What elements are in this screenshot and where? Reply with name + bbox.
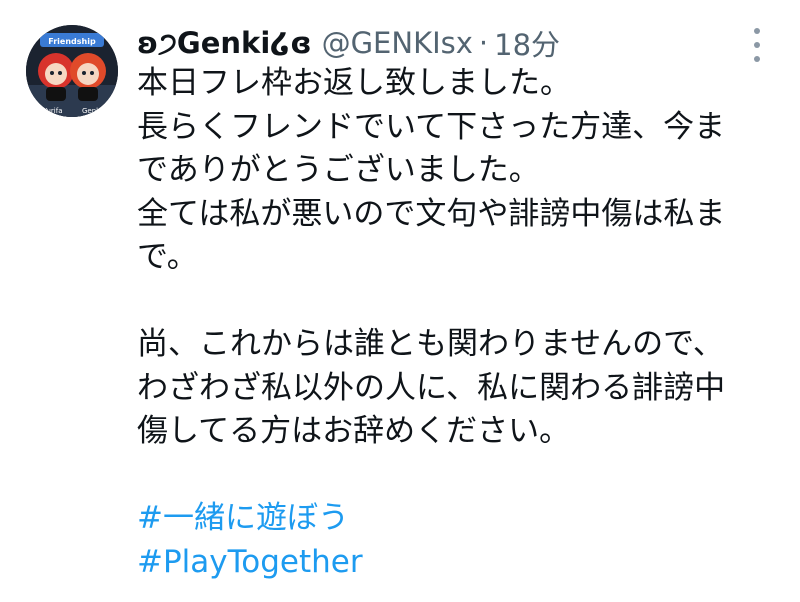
avatar-image: Yurifa Genki Friendship (26, 25, 118, 117)
timestamp[interactable]: 18分 (494, 22, 560, 64)
hashtag-link[interactable]: #PlayTogether (137, 541, 777, 585)
tweet-header: ʚ੭Genki໒ɞ @GENKIsx · 18分 (137, 18, 560, 68)
tweet-line: 傷してる方はお辞めください。 (137, 413, 571, 449)
display-name[interactable]: ʚ੭Genki໒ɞ (137, 26, 312, 61)
tweet-line: 全ては私が悪いので文句や誹謗中傷は私ま (137, 195, 726, 232)
more-dot (754, 42, 760, 48)
more-vertical-icon[interactable] (744, 28, 770, 62)
header-separator: · (478, 26, 489, 60)
tweet: Yurifa Genki Friendship ʚ੭Genki໒ɞ @GENKI… (0, 0, 800, 602)
hashtag-link[interactable]: #一緒に遊ぼう (137, 497, 777, 541)
tweet-line: 本日フレ枠お返し致しました。 (137, 65, 571, 101)
tweet-line: で。 (137, 239, 198, 275)
tweet-line: わざわざ私以外の人に、私に関わる誹謗中 (137, 369, 726, 406)
tweet-line: 長らくフレンドでいて下さった方達、今ま (137, 108, 726, 145)
avatar-caption-left: Yurifa (42, 107, 63, 115)
avatar-logo: Friendship (48, 37, 96, 46)
user-handle[interactable]: @GENKIsx (322, 26, 473, 60)
avatar[interactable]: Yurifa Genki Friendship (26, 25, 118, 117)
tweet-line: でありがとうございました。 (137, 152, 540, 188)
more-dot (754, 28, 760, 34)
tweet-text: 本日フレ枠お返し致しました。 長らくフレンドでいて下さった方達、今ま でありがと… (137, 62, 777, 584)
tweet-line: 尚、これからは誰とも関わりませんので、 (137, 326, 724, 362)
avatar-caption-right: Genki (82, 107, 102, 115)
